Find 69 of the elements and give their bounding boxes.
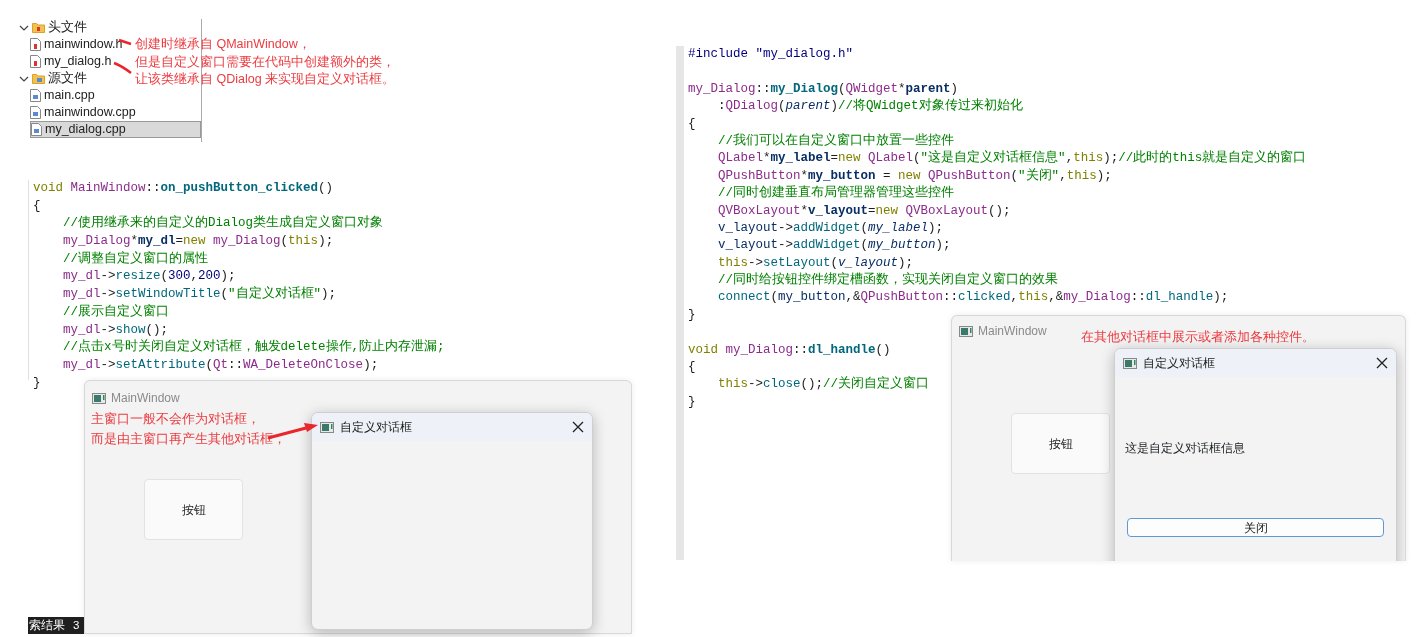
folder-icon [32, 22, 45, 33]
dialog-label: 这是自定义对话框信息 [1125, 439, 1245, 457]
file-icon [30, 38, 41, 51]
window-icon [320, 421, 334, 433]
close-icon [572, 421, 584, 433]
code-line: #include "my_dialog.h" [688, 46, 854, 63]
file-icon [31, 123, 42, 136]
file-icon [30, 55, 41, 68]
code-line: my_dl->setAttribute(Qt::WA_DeleteOnClose); [63, 356, 379, 374]
annotation-text: 让该类继承自 QDialog 来实现自定义对话框。 [135, 71, 396, 88]
code-line: QVBoxLayout*v_layout=new QVBoxLayout(); [718, 202, 1011, 220]
code-line: v_layout->addWidget(my_label); [718, 219, 944, 237]
tree-item[interactable]: main.cpp [30, 87, 95, 104]
push-button[interactable]: 按钮 [1011, 413, 1110, 474]
tree-item[interactable]: 头文件 [48, 18, 87, 37]
annotation-text: 主窗口一般不会作为对话框， [91, 411, 261, 428]
count-label: 3 [73, 617, 80, 633]
annotation-text: 但是自定义窗口需要在代码中创建额外的类， [135, 53, 396, 71]
code-line: QLabel*my_label=new QLabel("这是自定义对话框信息",this);//此时的this就是自定义的窗口 [718, 150, 1307, 168]
code-line: { [33, 197, 41, 215]
code-line: //我们可以在自定义窗口中放置一些控件 [718, 132, 954, 150]
code-line: //调整自定义窗口的属性 [63, 250, 208, 268]
annotation-text: 创建时继承自 QMainWindow， [135, 36, 312, 53]
window-title: MainWindow [111, 390, 180, 407]
close-button[interactable] [572, 421, 584, 433]
close-button[interactable]: 关闭 [1127, 518, 1384, 537]
code-line: { [688, 115, 696, 133]
tree-item[interactable]: my_dialog.h [30, 53, 112, 70]
window-icon [1123, 357, 1137, 369]
code-line: //点击x号时关闭自定义对话框，触发delete操作,防止内存泄漏; [63, 339, 445, 357]
code-line: v_layout->addWidget(my_button); [718, 237, 951, 255]
code-line: my_Dialog*my_dl=new my_Dialog(this); [63, 233, 334, 251]
code-line: my_Dialog::my_Dialog(QWidget*parent) [688, 80, 959, 98]
annotation-text: 在其他对话框中展示或者添加各种控件。 [1081, 329, 1315, 346]
tree-item[interactable]: my_dialog.cpp [30, 121, 201, 138]
push-button[interactable]: 按钮 [144, 479, 243, 540]
annotation-stroke [113, 61, 132, 74]
panel-tab[interactable]: 索结果 [29, 617, 65, 634]
code-line: //展示自定义窗口 [63, 303, 169, 321]
tree-item[interactable]: mainwindow.cpp [30, 104, 136, 121]
code-line: } [688, 306, 696, 324]
dialog-title: 自定义对话框 [340, 419, 413, 436]
code-line: QPushButton*my_button = new QPushButton("关闭",this); [718, 167, 1112, 185]
code-line: my_dl->resize(300,200); [63, 268, 236, 286]
code-line: my_dl->setWindowTitle("自定义对话框"); [63, 286, 337, 304]
code-line: //使用继承来的自定义的Dialog类生成自定义窗口对象 [63, 215, 383, 233]
code-line: this->setLayout(v_layout); [718, 254, 914, 272]
code-line: my_dl->show(); [63, 321, 169, 339]
window-icon [959, 325, 973, 337]
code-line: //同时创建垂直布局管理器管理这些控件 [718, 185, 954, 203]
code-line: //同时给按钮控件绑定槽函数，实现关闭自定义窗口的效果 [718, 272, 1058, 290]
tree-item[interactable]: mainwindow.h [30, 36, 123, 53]
code-line: :QDialog(parent)//将QWidget对象传过来初始化 [718, 98, 1023, 116]
window-icon [92, 392, 106, 404]
folder-icon [32, 73, 45, 84]
file-icon [30, 89, 41, 102]
code-line: } [33, 374, 41, 392]
close-icon [1376, 357, 1388, 369]
code-line: this->close();//关闭自定义窗口 [718, 376, 930, 394]
dialog-title: 自定义对话框 [1143, 355, 1216, 372]
window-title: MainWindow [978, 323, 1047, 340]
tree-item[interactable]: 源文件 [48, 69, 87, 88]
file-icon [30, 106, 41, 119]
code-line: void my_Dialog::dl_handle() [688, 341, 891, 359]
code-line: { [688, 359, 696, 377]
close-button[interactable] [1376, 357, 1388, 369]
code-line: void MainWindow::on_pushButton_clicked() [33, 180, 334, 197]
code-line: connect(my_button,&QPushButton::clicked,this,&my_Dialog::dl_handle); [718, 289, 1229, 307]
code-line: } [688, 393, 696, 411]
